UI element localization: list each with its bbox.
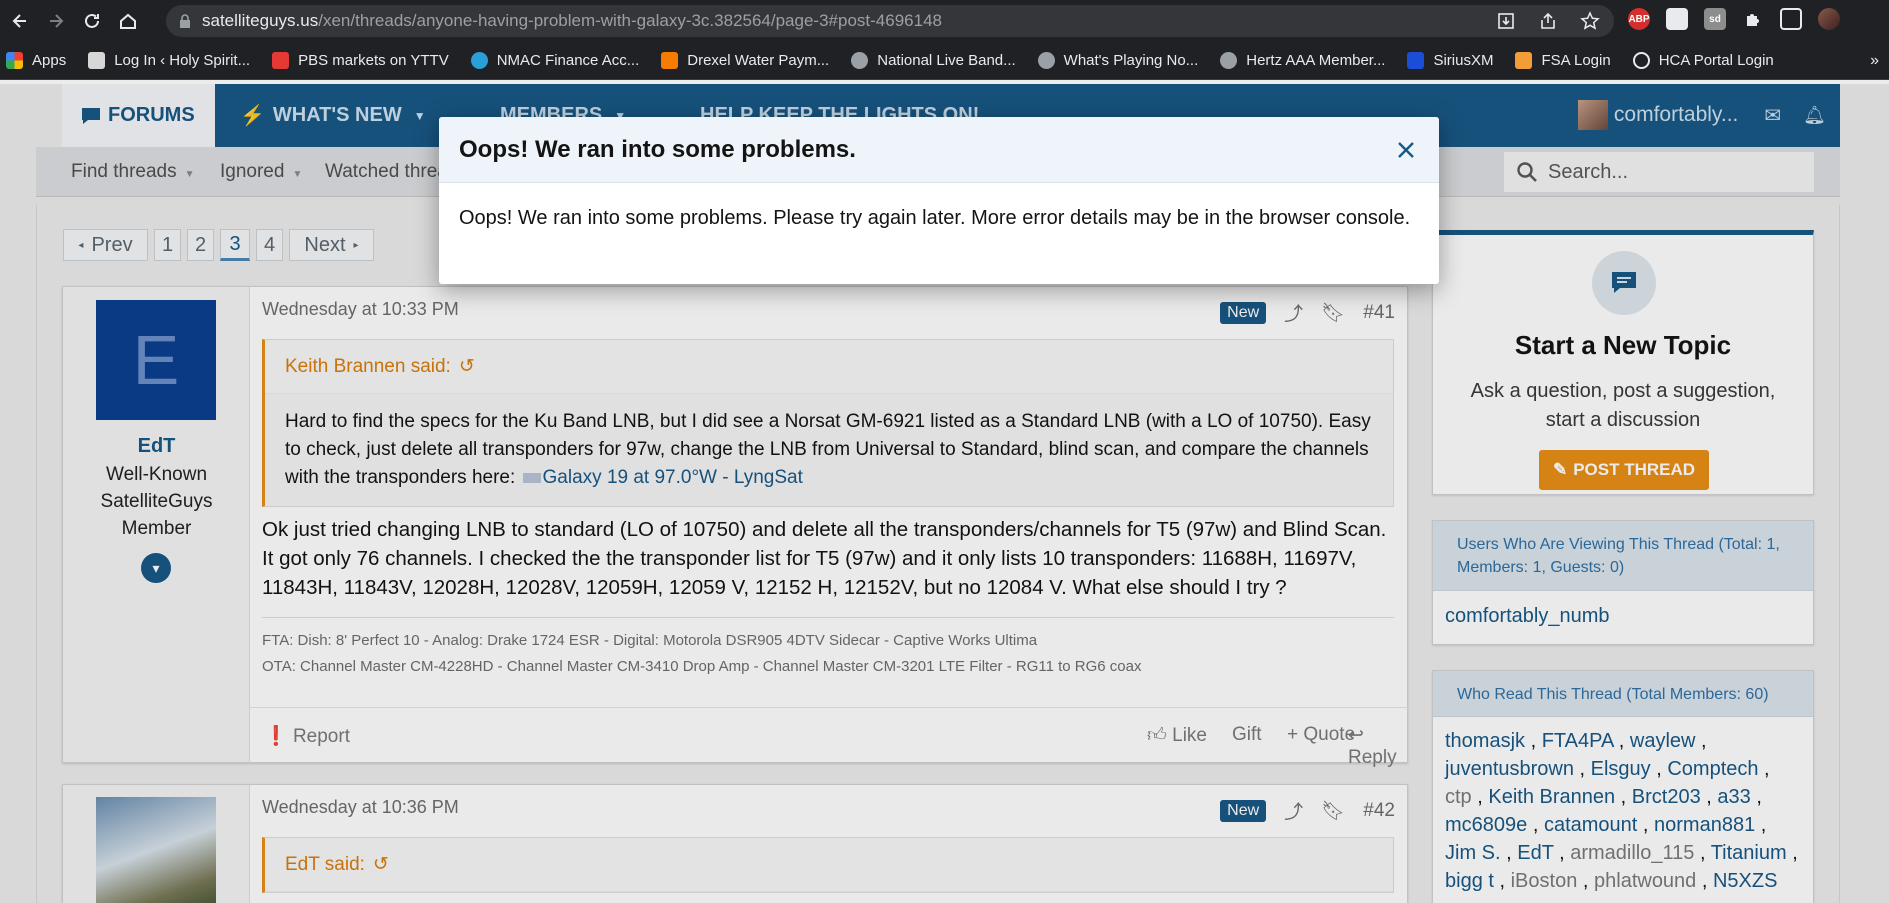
bookmark-fsa[interactable]: FSA Login xyxy=(1515,52,1611,69)
bookmark-hca[interactable]: HCA Portal Login xyxy=(1632,52,1774,69)
bookmark-favicon xyxy=(661,52,679,69)
bookmark-pbs[interactable]: PBS markets on YTTV xyxy=(272,52,449,69)
cloud-icon xyxy=(470,52,488,69)
dialog-title: Oops! We ran into some problems. xyxy=(439,117,1439,183)
back-button[interactable] xyxy=(4,5,36,37)
lock-icon xyxy=(180,14,190,28)
bookmark-holy-spirit[interactable]: Log In ‹ Holy Spirit... xyxy=(88,52,250,69)
adblock-icon[interactable]: ABP xyxy=(1628,8,1650,30)
profile-avatar[interactable] xyxy=(1818,8,1840,30)
globe-icon xyxy=(851,52,869,69)
siriusxm-icon xyxy=(1407,52,1425,69)
side-panel-icon[interactable] xyxy=(1780,8,1802,30)
error-dialog: Oops! We ran into some problems. Oops! W… xyxy=(439,117,1439,284)
bookmark-apps[interactable]: Apps xyxy=(6,52,66,69)
reload-button[interactable] xyxy=(76,5,108,37)
browser-toolbar: satelliteguys.us/xen/threads/anyone-havi… xyxy=(0,0,1889,42)
close-icon xyxy=(1398,142,1414,158)
extension-sheets-icon[interactable] xyxy=(1666,8,1688,30)
bookmark-hertz[interactable]: Hertz AAA Member... xyxy=(1220,52,1385,69)
address-bar[interactable]: satelliteguys.us/xen/threads/anyone-havi… xyxy=(166,5,1614,37)
globe-icon xyxy=(1220,52,1238,69)
bookmark-nmac[interactable]: NMAC Finance Acc... xyxy=(470,52,639,69)
puzzle-icon[interactable] xyxy=(1742,8,1764,30)
home-icon xyxy=(120,13,136,29)
bookmark-whats-playing[interactable]: What's Playing No... xyxy=(1037,52,1198,69)
bookmark-favicon xyxy=(272,52,290,69)
bookmark-favicon xyxy=(88,52,106,69)
bookmark-favicon xyxy=(1632,52,1650,69)
arrow-right-icon xyxy=(50,14,64,28)
reload-icon xyxy=(85,13,99,28)
install-app-icon[interactable] xyxy=(1496,11,1516,31)
extension-sd-icon[interactable]: sd xyxy=(1704,8,1726,30)
bookmarks-bar: Apps Log In ‹ Holy Spirit... PBS markets… xyxy=(0,42,1889,80)
bookmark-favicon xyxy=(1515,52,1533,69)
globe-icon xyxy=(1037,52,1055,69)
url-text: satelliteguys.us/xen/threads/anyone-havi… xyxy=(202,11,942,30)
close-button[interactable] xyxy=(1391,135,1421,165)
dialog-message: Oops! We ran into some problems. Please … xyxy=(459,207,1411,229)
arrow-left-icon xyxy=(12,14,26,28)
bookmarks-overflow-button[interactable]: » xyxy=(1870,52,1879,70)
bookmark-drexel[interactable]: Drexel Water Paym... xyxy=(661,52,829,69)
apps-grid-icon xyxy=(6,52,23,69)
share-icon[interactable] xyxy=(1538,11,1558,31)
forward-button[interactable] xyxy=(40,5,72,37)
bookmark-national-live-band[interactable]: National Live Band... xyxy=(851,52,1016,69)
bookmark-siriusxm[interactable]: SiriusXM xyxy=(1407,52,1493,69)
star-icon[interactable] xyxy=(1580,11,1600,31)
home-button[interactable] xyxy=(112,5,144,37)
